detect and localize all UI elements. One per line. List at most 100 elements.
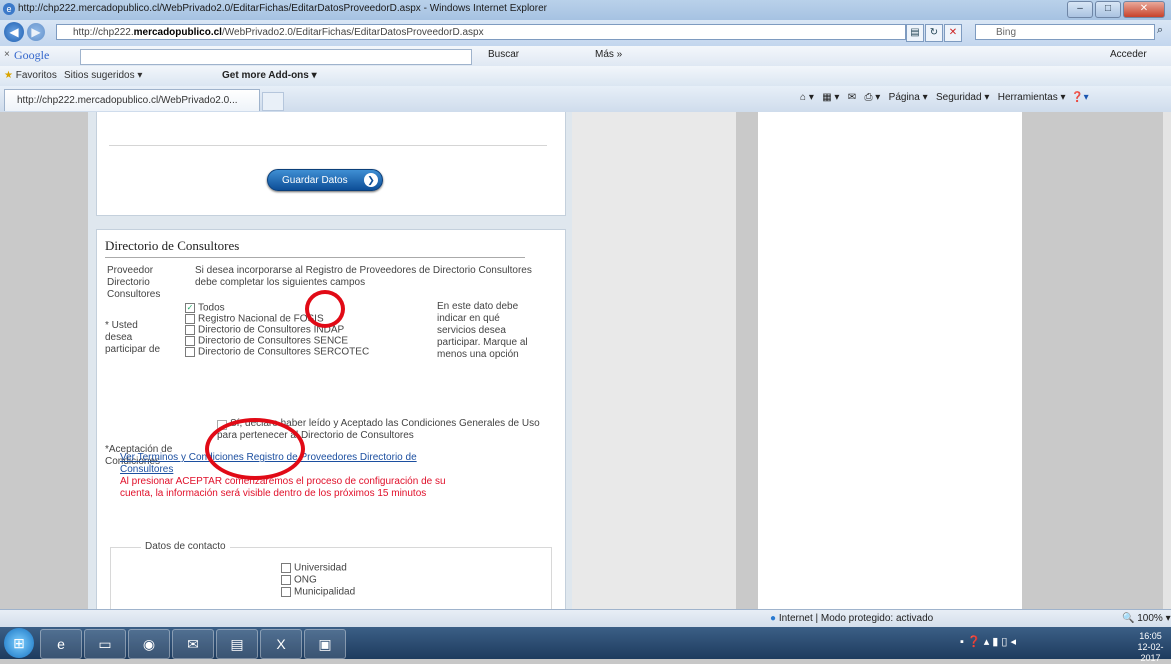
google-toolbar: × Google Buscar Más » Acceder — [0, 46, 1171, 67]
google-search-button[interactable]: Buscar — [488, 49, 519, 60]
option-sence[interactable]: Directorio de Consultores SENCE — [185, 336, 348, 347]
minimize-button[interactable]: – — [1067, 1, 1093, 18]
option-label: Todos — [198, 302, 225, 314]
stop-icon[interactable]: ✕ — [944, 24, 962, 42]
close-button[interactable]: ✕ — [1123, 1, 1165, 18]
start-button[interactable]: ⊞ — [4, 628, 34, 658]
contact-option-universidad[interactable]: Universidad — [281, 563, 347, 574]
forward-button[interactable]: ▶ — [27, 23, 45, 41]
tools-menu-label: Herramientas — [997, 92, 1058, 103]
contact-option-ong[interactable]: ONG — [281, 575, 317, 586]
excel-taskbar-icon[interactable]: X — [260, 629, 302, 659]
security-menu-label: Seguridad — [935, 92, 982, 103]
favorites-button[interactable]: ★ Favoritos — [4, 70, 57, 81]
url-prefix: http://chp222. — [73, 27, 134, 38]
checkbox-fosis[interactable] — [185, 314, 195, 324]
back-button[interactable]: ◀ — [4, 22, 24, 42]
option-label: Directorio de Consultores SENCE — [198, 335, 349, 347]
bing-search-input[interactable]: Bing — [975, 24, 1155, 40]
annotation-circle-todos — [305, 290, 345, 328]
google-more-button[interactable]: Más » — [595, 49, 622, 60]
ie-taskbar-icon[interactable]: e — [40, 629, 82, 659]
address-input[interactable]: http://chp222.mercadopublico.cl/WebPriva… — [56, 24, 906, 40]
window-title: http://chp222.mercadopublico.cl/WebPriva… — [18, 3, 547, 14]
checkbox-universidad[interactable] — [281, 563, 291, 573]
explorer-taskbar-icon[interactable]: ▭ — [84, 629, 126, 659]
tab-active[interactable]: http://chp222.mercadopublico.cl/WebPriva… — [4, 89, 260, 111]
favorites-bar: ★ Favoritos Sitios sugeridos ▾ Get more … — [0, 66, 1171, 87]
new-tab-button[interactable] — [262, 92, 284, 111]
window-taskbar-icon[interactable]: ▣ — [304, 629, 346, 659]
tab-label: http://chp222.mercadopublico.cl/WebPriva… — [17, 95, 238, 106]
search-icon[interactable]: ⌕ — [1157, 24, 1163, 37]
home-icon[interactable]: ⌂ ▾ — [800, 92, 814, 103]
close-toolbar-icon[interactable]: × — [4, 49, 10, 60]
folder-taskbar-icon[interactable]: ▤ — [216, 629, 258, 659]
page-menu[interactable]: Página ▾ — [889, 92, 928, 103]
tab-bar: http://chp222.mercadopublico.cl/WebPriva… — [0, 86, 1171, 113]
page-viewport: Guardar Datos ❯ Directorio de Consultore… — [0, 112, 1171, 609]
print-icon[interactable]: ⎙ ▾ — [865, 92, 881, 103]
participate-label: * Usted desea participar de — [105, 320, 161, 355]
status-bar: ● Internet | Modo protegido: activado 🔍 … — [0, 609, 1171, 628]
checkbox-ong[interactable] — [281, 575, 291, 585]
option-label: ONG — [294, 574, 317, 586]
scrollbar[interactable] — [1163, 112, 1171, 609]
warning-text: Al presionar ACEPTAR comenzaremos el pro… — [120, 476, 446, 499]
zoom-control[interactable]: 🔍 100% ▾ — [1122, 613, 1171, 624]
contact-fieldset: Datos de contacto Universidad ONG Munici… — [110, 541, 552, 609]
taskbar: ⊞ e ▭ ◉ ✉ ▤ X ▣ ▪ ❓ ▴ ▮ ▯ ◂ 16:05 12-02-… — [0, 627, 1171, 663]
option-label: Directorio de Consultores SERCOTEC — [198, 346, 370, 358]
addons-link[interactable]: Get more Add-ons ▾ — [222, 70, 317, 81]
checkbox-todos[interactable]: ✓ — [185, 303, 195, 313]
security-menu[interactable]: Seguridad ▾ — [936, 92, 989, 103]
google-search-input[interactable] — [80, 49, 472, 65]
media-taskbar-icon[interactable]: ◉ — [128, 629, 170, 659]
option-sercotec[interactable]: Directorio de Consultores SERCOTEC — [185, 347, 369, 358]
navigation-bar: ◀ ▶ http://chp222.mercadopublico.cl/WebP… — [0, 20, 1171, 46]
save-button-label: Guardar Datos — [282, 175, 348, 186]
contact-legend: Datos de contacto — [141, 541, 230, 552]
clock-time: 16:05 — [1139, 631, 1162, 641]
checkbox-indap[interactable] — [185, 325, 195, 335]
command-bar: ⌂ ▾ ▦ ▾ ✉ ⎙ ▾ Página ▾ Seguridad ▾ Herra… — [800, 92, 1089, 103]
clock[interactable]: 16:05 12-02-2017 — [1130, 631, 1171, 664]
option-fosis[interactable]: Registro Nacional de FOSIS — [185, 314, 324, 325]
help-icon[interactable]: ❓▾ — [1071, 92, 1088, 103]
section-divider — [105, 257, 525, 258]
security-zone-label: Internet | Modo protegido: activado — [778, 613, 934, 624]
contact-option-municipalidad[interactable]: Municipalidad — [281, 587, 355, 598]
checkbox-municipalidad[interactable] — [281, 587, 291, 597]
zoom-label: 100% — [1137, 613, 1163, 624]
search-engine-label: Bing — [996, 27, 1017, 38]
option-label: Municipalidad — [294, 586, 356, 598]
tools-menu[interactable]: Herramientas ▾ — [998, 92, 1066, 103]
outlook-taskbar-icon[interactable]: ✉ — [172, 629, 214, 659]
mail-icon[interactable]: ✉ — [848, 92, 856, 103]
checkbox-sercotec[interactable] — [185, 347, 195, 357]
refresh-icon[interactable]: ↻ — [925, 24, 943, 42]
ie-icon: e — [3, 3, 15, 15]
google-signin-button[interactable]: Acceder — [1110, 49, 1147, 60]
section-title: Directorio de Consultores — [105, 238, 240, 253]
arrow-right-icon: ❯ — [364, 173, 378, 187]
maximize-button[interactable]: □ — [1095, 1, 1121, 18]
suggested-sites-link[interactable]: Sitios sugeridos ▾ — [64, 70, 142, 81]
page-menu-label: Página — [888, 92, 920, 103]
globe-icon: ● — [770, 613, 777, 624]
google-logo: Google — [14, 48, 50, 62]
provider-label: Proveedor Directorio Consultores — [107, 265, 161, 300]
tray-icons[interactable]: ▪ ❓ ▴ ▮ ▯ ◂ — [960, 635, 1016, 648]
compat-view-icon[interactable]: ▤ — [906, 24, 924, 42]
divider — [109, 145, 547, 146]
suggested-sites-label: Sitios sugeridos — [64, 70, 135, 81]
option-label: Registro Nacional de FOSIS — [198, 313, 324, 325]
feeds-icon[interactable]: ▦ ▾ — [822, 92, 839, 103]
save-data-button[interactable]: Guardar Datos ❯ — [267, 169, 383, 191]
clock-date: 12-02-2017 — [1137, 642, 1164, 663]
option-todos[interactable]: ✓ Todos — [185, 303, 225, 314]
security-zone[interactable]: ● Internet | Modo protegido: activado — [770, 613, 933, 624]
checkbox-sence[interactable] — [185, 336, 195, 346]
star-icon: ★ — [4, 70, 13, 81]
addons-label: Get more Add-ons — [222, 70, 309, 81]
